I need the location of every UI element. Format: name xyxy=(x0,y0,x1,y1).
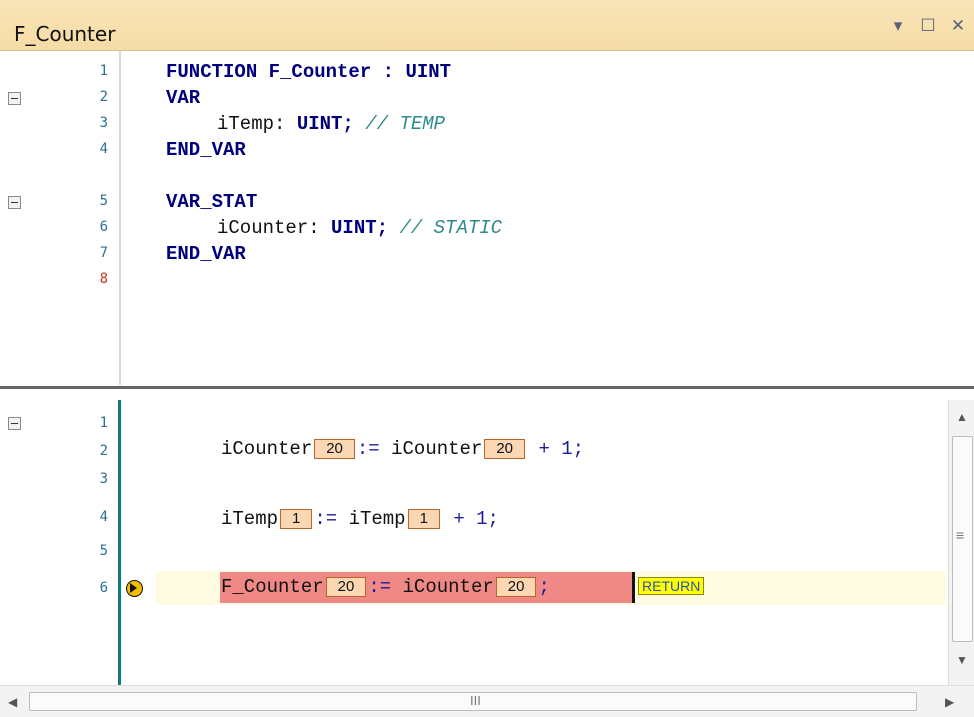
implementation-pane[interactable]: 1 2 iCounter 20:= iCounter 20 + 1; 3 4 iTe… xyxy=(0,400,974,685)
scroll-left-icon[interactable]: ◀ xyxy=(8,695,17,709)
horizontal-scroll-thumb[interactable]: III xyxy=(29,692,917,711)
pane-splitter[interactable] xyxy=(0,386,974,399)
inline-value[interactable]: 20 xyxy=(484,439,526,459)
code-line[interactable]: END_VAR xyxy=(166,243,246,265)
line-number: 3 xyxy=(99,115,108,131)
line-number: 4 xyxy=(99,141,108,157)
line-number: 1 xyxy=(99,63,108,79)
line-number: 6 xyxy=(99,219,108,235)
inline-value[interactable]: 1 xyxy=(407,509,440,529)
assign-operator: := xyxy=(356,438,380,460)
dropdown-icon[interactable]: ▾ xyxy=(888,16,908,36)
variable-name: iTemp: xyxy=(217,113,297,135)
code-line[interactable]: VAR_STAT xyxy=(166,191,257,213)
line-number: 7 xyxy=(99,245,108,261)
assign-operator: := xyxy=(314,508,338,530)
return-badge: RETURN xyxy=(638,577,705,595)
variable-name: iCounter xyxy=(221,438,313,460)
comment: // STATIC xyxy=(399,217,503,239)
scroll-up-icon[interactable]: ▲ xyxy=(956,410,968,424)
code-line[interactable]: END_VAR xyxy=(166,139,246,161)
expression-rest: ; xyxy=(538,576,550,598)
code-line[interactable]: VAR xyxy=(166,87,200,109)
expression-rest: + 1; xyxy=(538,438,585,460)
scroll-down-icon[interactable]: ▼ xyxy=(956,653,968,667)
line-number: 2 xyxy=(99,443,108,459)
code-line[interactable]: iTemp 1:= iTemp 1 + 1; xyxy=(221,508,499,530)
variable-name: iTemp xyxy=(348,508,406,530)
code-line[interactable]: iTemp: UINT; // TEMP xyxy=(217,113,445,135)
variable-name: F_Counter xyxy=(221,576,324,598)
code-line[interactable]: iCounter: UINT; // STATIC xyxy=(217,217,502,239)
code-line[interactable]: F_Counter 20:= iCounter 20; xyxy=(221,576,550,598)
close-icon[interactable]: ✕ xyxy=(948,16,968,36)
execution-pointer-icon xyxy=(126,580,143,597)
title-bar: F_Counter ▾ ☐ ✕ xyxy=(0,0,974,51)
type-keyword: UINT; xyxy=(296,113,354,135)
scroll-grip-icon: ≡ xyxy=(956,527,965,543)
window-title: F_Counter xyxy=(14,22,116,46)
window-controls: ▾ ☐ ✕ xyxy=(888,16,968,36)
inline-value[interactable]: 20 xyxy=(325,577,367,597)
line-number: 1 xyxy=(99,415,108,431)
collapse-icon[interactable] xyxy=(8,92,21,105)
inline-value[interactable]: 1 xyxy=(280,509,313,529)
declaration-pane[interactable]: 1 FUNCTION F_Counter : UINT 2 VAR 3 iTem… xyxy=(0,51,974,385)
line-number: 4 xyxy=(99,509,108,525)
line-number: 5 xyxy=(99,543,108,559)
inline-value[interactable]: 20 xyxy=(314,439,355,459)
variable-name: iTemp xyxy=(221,508,279,530)
code-line[interactable]: FUNCTION F_Counter : UINT xyxy=(166,61,451,83)
vertical-scrollbar[interactable]: ▲ ≡ ▼ xyxy=(948,400,974,685)
collapse-icon[interactable] xyxy=(8,417,21,430)
collapse-icon[interactable] xyxy=(8,196,21,209)
variable-name: iCounter xyxy=(402,576,494,598)
horizontal-scrollbar[interactable]: ◀ III ▶ xyxy=(0,685,974,717)
scroll-grip-icon: III xyxy=(470,693,481,708)
vertical-scroll-thumb[interactable]: ≡ xyxy=(952,436,973,642)
line-number: 5 xyxy=(99,193,108,209)
variable-name: iCounter: xyxy=(217,217,332,239)
line-number: 8 xyxy=(99,271,108,287)
maximize-icon[interactable]: ☐ xyxy=(918,16,938,36)
editor-window: F_Counter ▾ ☐ ✕ 1 FUNCTION F_Counter : U… xyxy=(0,0,974,717)
comment: // TEMP xyxy=(365,113,446,135)
line-number: 6 xyxy=(99,580,108,596)
variable-name: iCounter xyxy=(391,438,483,460)
line-number: 3 xyxy=(99,471,108,487)
code-line[interactable]: iCounter 20:= iCounter 20 + 1; xyxy=(221,438,584,460)
inline-value[interactable]: 20 xyxy=(495,577,537,597)
scroll-right-icon[interactable]: ▶ xyxy=(945,695,954,709)
expression-rest: + 1; xyxy=(453,508,499,530)
type-keyword: UINT; xyxy=(331,217,389,239)
text-caret xyxy=(632,572,635,603)
line-number: 2 xyxy=(99,89,108,105)
assign-operator: := xyxy=(368,576,392,598)
